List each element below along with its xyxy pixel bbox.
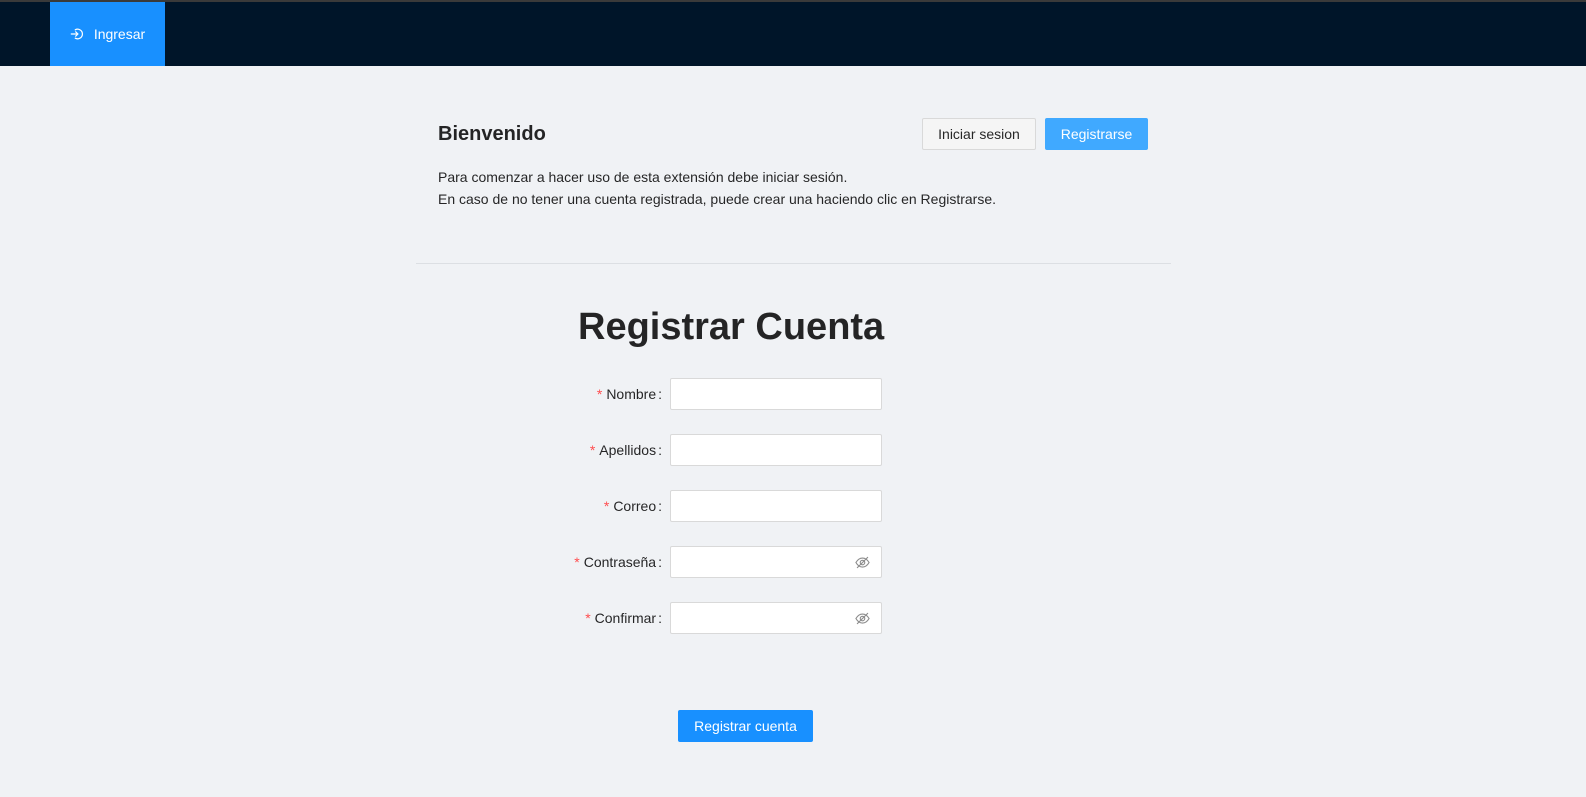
required-mark: * bbox=[585, 610, 591, 626]
confirm-password-input[interactable] bbox=[671, 603, 881, 633]
field-label: * Correo: bbox=[603, 498, 662, 514]
required-mark: * bbox=[603, 498, 610, 514]
form-title: Registrar Cuenta bbox=[578, 306, 885, 348]
field-label: * Contraseña: bbox=[574, 554, 662, 570]
section-divider bbox=[416, 263, 1171, 264]
field-label-text: Nombre bbox=[606, 386, 657, 402]
eye-invisible-icon[interactable] bbox=[855, 555, 870, 570]
form-row-confirmar: * Confirmar: bbox=[500, 602, 900, 634]
top-nav-bar: Ingresar bbox=[0, 0, 1586, 66]
form-row-nombre: * Nombre: bbox=[500, 378, 900, 410]
nav-item-ingresar[interactable]: Ingresar bbox=[50, 2, 165, 66]
welcome-title: Bienvenido bbox=[438, 122, 546, 145]
login-button[interactable]: Iniciar sesion bbox=[922, 118, 1036, 150]
confirm-password-field[interactable] bbox=[670, 602, 882, 634]
apellidos-input[interactable] bbox=[671, 435, 881, 465]
password-input[interactable] bbox=[671, 547, 881, 577]
field-label: * Confirmar: bbox=[585, 610, 662, 626]
required-mark: * bbox=[596, 386, 603, 402]
auth-button-group: Iniciar sesion Registrarse bbox=[922, 118, 1148, 150]
nav-item-label: Ingresar bbox=[93, 26, 146, 42]
field-label-text: Confirmar bbox=[594, 610, 657, 626]
password-field[interactable] bbox=[670, 546, 882, 578]
register-button[interactable]: Registrarse bbox=[1045, 118, 1148, 150]
intro-line-2: En caso de no tener una cuenta registrad… bbox=[438, 191, 997, 207]
nombre-field[interactable] bbox=[670, 378, 882, 410]
eye-invisible-icon[interactable] bbox=[855, 611, 870, 626]
nombre-input[interactable] bbox=[671, 379, 881, 409]
required-mark: * bbox=[574, 554, 580, 570]
form-row-contrasena: * Contraseña: bbox=[500, 546, 900, 578]
field-label: * Nombre: bbox=[596, 386, 662, 402]
field-label-text: Correo bbox=[613, 498, 657, 514]
field-label-text: Apellidos bbox=[599, 442, 657, 458]
apellidos-field[interactable] bbox=[670, 434, 882, 466]
welcome-header: Bienvenido Iniciar sesion Registrarse bbox=[438, 117, 1148, 151]
form-row-correo: * Correo: bbox=[500, 490, 900, 522]
intro-text: Para comenzar a hacer uso de esta extens… bbox=[438, 166, 1158, 210]
correo-input[interactable] bbox=[671, 491, 881, 521]
register-account-button[interactable]: Registrar cuenta bbox=[678, 710, 813, 742]
field-label-text: Contraseña bbox=[583, 554, 657, 570]
required-mark: * bbox=[589, 442, 596, 458]
field-label: * Apellidos: bbox=[589, 442, 662, 458]
form-row-apellidos: * Apellidos: bbox=[500, 434, 900, 466]
login-icon bbox=[70, 28, 83, 40]
correo-field[interactable] bbox=[670, 490, 882, 522]
intro-line-1: Para comenzar a hacer uso de esta extens… bbox=[438, 169, 848, 185]
